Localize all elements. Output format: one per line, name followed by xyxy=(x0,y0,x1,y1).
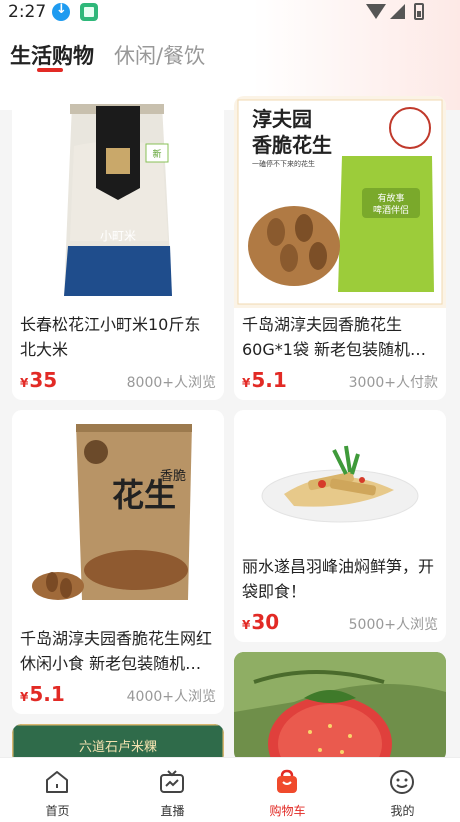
download-notification-icon xyxy=(52,2,70,21)
product-stat: 8000+人浏览 xyxy=(126,375,216,391)
peanut-green-bag-image: 淳夫园 香脆花生 一磕停不下来的花生 有故事 啤酒伴侣 xyxy=(234,96,446,308)
product-title: 丽水遂昌羽峰油焖鲜笋，开袋即食！ xyxy=(242,557,435,601)
smiley-face-icon xyxy=(390,770,414,794)
product-title: 千岛湖淳夫园香脆花生网红休闲小食 新老包装随机发货 xyxy=(20,629,213,673)
svg-text:淳夫园: 淳夫园 xyxy=(252,107,312,131)
product-card[interactable]: 丽水遂昌羽峰油焖鲜笋，开袋即食！ ¥30 5000+人浏览 xyxy=(234,410,446,642)
status-bar: 2:27 xyxy=(0,0,460,24)
product-title: 千岛湖淳夫园香脆花生60G*1袋 新老包装随机发货 xyxy=(242,315,427,359)
nav-profile[interactable]: 我的 xyxy=(345,758,460,822)
status-time: 2:27 xyxy=(8,2,47,22)
bottom-navigation: 首页 直播 购物车 我的 xyxy=(0,757,460,822)
shopping-bag-icon xyxy=(277,769,297,793)
nav-profile-label: 我的 xyxy=(390,804,415,818)
product-title: 长春松花江小町米10斤东北大米 xyxy=(20,315,201,359)
rice-bag-image: 新 小町米 xyxy=(12,96,224,308)
strawberry-image xyxy=(234,652,446,762)
svg-text:六道石卢米粿: 六道石卢米粿 xyxy=(79,739,157,755)
tab-leisure-dining[interactable]: 休闲/餐饮 xyxy=(114,40,205,70)
tab-active-indicator xyxy=(37,68,63,72)
product-price: ¥5.1 xyxy=(20,682,65,706)
nav-home-label: 首页 xyxy=(45,804,70,818)
product-stat: 3000+人付款 xyxy=(348,375,438,391)
signal-icon xyxy=(390,4,405,19)
svg-text:啤酒伴侣: 啤酒伴侣 xyxy=(373,204,409,216)
product-price: ¥30 xyxy=(242,610,280,634)
nav-home[interactable]: 首页 xyxy=(0,758,115,822)
home-icon xyxy=(46,771,68,793)
app-notification-icon xyxy=(80,3,98,21)
product-card[interactable]: 新 小町米 长春松花江小町米10斤东北大米 ¥35 8000+人浏览 xyxy=(12,96,224,400)
nav-cart[interactable]: 购物车 xyxy=(230,758,345,822)
product-stat: 4000+人浏览 xyxy=(126,689,216,705)
svg-text:新: 新 xyxy=(152,148,161,160)
bamboo-shoot-plate-image xyxy=(234,410,446,550)
nav-live-label: 直播 xyxy=(160,804,185,818)
svg-text:一磕停不下来的花生: 一磕停不下来的花生 xyxy=(252,159,315,168)
product-stat: 5000+人浏览 xyxy=(348,617,438,633)
nav-live[interactable]: 直播 xyxy=(115,758,230,822)
svg-text:有故事: 有故事 xyxy=(377,192,404,204)
tab-shopping[interactable]: 生活购物 xyxy=(10,40,94,70)
svg-text:小町米: 小町米 xyxy=(100,229,136,243)
product-card[interactable] xyxy=(234,652,446,762)
product-price: ¥35 xyxy=(20,368,58,392)
svg-text:香脆: 香脆 xyxy=(160,468,186,484)
product-card[interactable]: 花生 香脆 千岛湖淳夫园香脆花生网红休闲小食 新老包装随机发货 ¥5.1 400… xyxy=(12,410,224,714)
product-price: ¥5.1 xyxy=(242,368,287,392)
product-card[interactable]: 淳夫园 香脆花生 一磕停不下来的花生 有故事 啤酒伴侣 千岛湖淳夫园香脆花生60… xyxy=(234,96,446,400)
svg-text:香脆花生: 香脆花生 xyxy=(252,133,332,157)
battery-icon xyxy=(414,3,424,20)
wifi-icon xyxy=(366,4,386,19)
nav-cart-label: 购物车 xyxy=(269,804,306,818)
tv-icon xyxy=(160,770,184,793)
peanut-kraft-bag-image: 花生 香脆 xyxy=(12,410,224,622)
